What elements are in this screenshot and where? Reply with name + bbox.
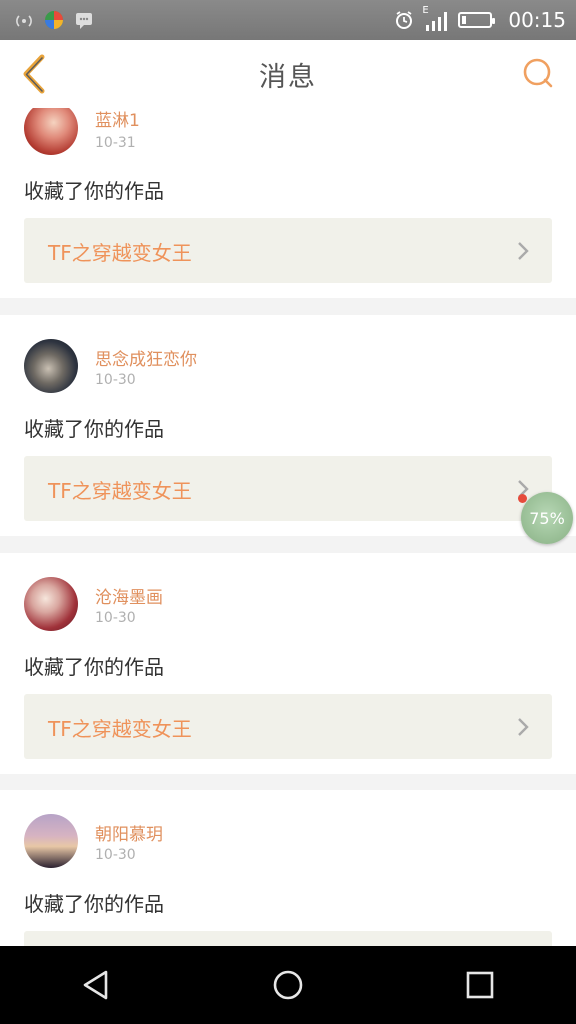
work-title: TF之穿越变女王 <box>48 717 192 741</box>
action-text: 收藏了你的作品 <box>24 179 164 203</box>
avatar[interactable] <box>24 814 78 868</box>
nav-back-button[interactable] <box>66 955 126 1015</box>
username[interactable]: 沧海墨画 <box>95 583 163 608</box>
message-icon <box>76 13 92 29</box>
progress-label: 75% <box>529 508 565 528</box>
action-text: 收藏了你的作品 <box>24 417 164 441</box>
square-recents-icon <box>466 971 494 999</box>
work-title: TF之穿越变女王 <box>48 241 192 265</box>
message-date: 10-30 <box>95 610 136 626</box>
color-app-icon <box>45 11 63 29</box>
status-time: 00:15 <box>508 8 566 32</box>
chat-button[interactable] <box>518 54 558 94</box>
work-title: TF之穿越变女王 <box>48 479 192 503</box>
message-card: 朝阳慕玥 10-30 收藏了你的作品 <box>0 790 576 946</box>
message-date: 10-30 <box>95 847 136 863</box>
username[interactable]: 蓝淋1 <box>95 108 140 131</box>
work-link[interactable]: TF之穿越变女王 <box>24 456 552 521</box>
status-bar: E 00:15 <box>0 0 576 40</box>
message-card: 蓝淋1 10-31 收藏了你的作品 TF之穿越变女王 <box>0 108 576 298</box>
wifi-signal-icon <box>16 15 32 27</box>
message-card: 思念成狂恋你 10-30 收藏了你的作品 TF之穿越变女王 <box>0 315 576 536</box>
work-link[interactable]: TF之穿越变女王 <box>24 694 552 759</box>
header: 消息 <box>0 40 576 109</box>
alarm-icon <box>396 11 413 29</box>
avatar[interactable] <box>24 577 78 631</box>
chevron-left-icon <box>23 54 45 94</box>
message-date: 10-31 <box>95 135 136 151</box>
avatar[interactable] <box>24 108 78 155</box>
message-list: 蓝淋1 10-31 收藏了你的作品 TF之穿越变女王 思念成狂恋你 10-30 … <box>0 108 576 946</box>
progress-bubble[interactable]: 75% <box>521 492 573 544</box>
notification-dot <box>518 494 527 503</box>
action-text: 收藏了你的作品 <box>24 892 164 916</box>
nav-recents-button[interactable] <box>450 955 510 1015</box>
avatar[interactable] <box>24 339 78 393</box>
back-button[interactable] <box>14 54 54 94</box>
screen: E 00:15 消息 蓝淋1 10-31 收藏了你的作品 TF之穿越变女王 思念… <box>0 0 576 1024</box>
username[interactable]: 思念成狂恋你 <box>95 345 197 370</box>
chevron-right-icon <box>518 242 529 260</box>
message-date: 10-30 <box>95 372 136 388</box>
page-title: 消息 <box>259 61 317 93</box>
message-card: 沧海墨画 10-30 收藏了你的作品 TF之穿越变女王 <box>0 553 576 774</box>
battery-icon <box>458 12 496 28</box>
circle-home-icon <box>273 970 303 1000</box>
system-nav-bar <box>0 946 576 1024</box>
triangle-back-icon <box>83 970 108 1000</box>
chevron-right-icon <box>518 718 529 736</box>
chat-bubble-icon <box>523 58 553 88</box>
action-text: 收藏了你的作品 <box>24 655 164 679</box>
username[interactable]: 朝阳慕玥 <box>95 820 163 845</box>
work-link[interactable]: TF之穿越变女王 <box>24 218 552 283</box>
nav-home-button[interactable] <box>258 955 318 1015</box>
work-link[interactable] <box>24 931 552 946</box>
edge-indicator: E <box>422 5 429 16</box>
